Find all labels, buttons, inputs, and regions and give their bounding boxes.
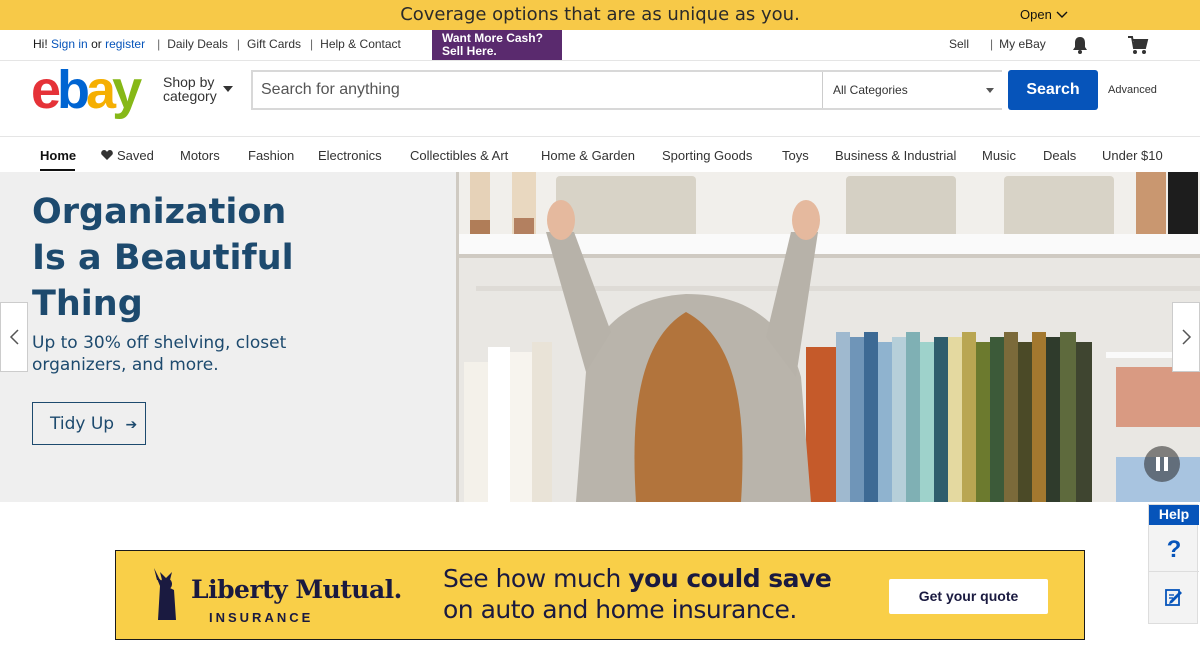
category-select[interactable]: All Categories [822,72,1002,108]
nav-item-saved[interactable]: Saved [101,148,154,163]
sell-here-ad[interactable]: Want More Cash? Sell Here. [432,30,562,60]
promo-open-label: Open [1020,7,1052,22]
register-link[interactable]: register [105,37,145,51]
logo-letter-e: e [31,60,61,120]
header: ebay Shop by category All Categories Sea… [0,61,1200,137]
nav-item-motors[interactable]: Motors [180,148,220,163]
hero-subtitle: Up to 30% off shelving, closet organizer… [32,333,287,375]
active-tab-underline [40,169,75,171]
hero-carousel: Organization Is a Beautiful Thing Up to … [0,172,1200,502]
nav-item-electronics[interactable]: Electronics [318,148,382,163]
shop-by-category-button[interactable]: Shop by category [163,75,217,103]
help-widget: Help ? [1148,504,1199,624]
nav-item-collectibles-art[interactable]: Collectibles & Art [410,148,508,163]
utility-bar: Hi! Sign in or register | Daily Deals | … [0,30,1200,61]
divider: | [310,37,314,51]
liberty-mutual-ad[interactable]: Liberty Mutual. INSURANCE See how much y… [115,550,1085,640]
carousel-pause-button[interactable] [1144,446,1180,482]
carousel-next-button[interactable] [1172,302,1200,372]
tidy-up-label: Tidy Up [50,414,115,434]
ebay-logo[interactable]: ebay [31,60,142,120]
liberty-mutual-brand: Liberty Mutual. [191,575,402,604]
advanced-search-link[interactable]: Advanced [1108,84,1157,96]
ad-copy-line1a: See how much [443,564,629,593]
nav-item-home[interactable]: Home [40,148,76,163]
search-input[interactable] [253,72,822,108]
nav-item-sporting-goods[interactable]: Sporting Goods [662,148,752,163]
hero-title: Organization Is a Beautiful Thing [32,192,294,324]
ad-copy: See how much you could save on auto and … [443,563,832,625]
ad-copy-line1b: you could save [628,564,832,593]
nav-item-business-industrial[interactable]: Business & Industrial [835,148,956,163]
daily-deals-link[interactable]: Daily Deals [167,37,228,51]
shop-by-line2: category [163,88,217,104]
chevron-down-icon [986,88,994,93]
help-contact-link[interactable]: Help & Contact [320,37,401,51]
help-question-button[interactable]: ? [1149,528,1199,572]
pause-icon [1156,457,1168,471]
nav-item-music[interactable]: Music [982,148,1016,163]
chevron-down-icon[interactable] [223,86,233,92]
promo-banner[interactable]: Coverage options that are as unique as y… [0,0,1200,30]
my-ebay-label: My eBay [999,37,1046,51]
nav-item-fashion[interactable]: Fashion [248,148,294,163]
sell-link[interactable]: Sell [949,37,969,51]
sign-in-link[interactable]: Sign in [51,37,88,51]
divider: | [157,37,161,51]
bell-icon[interactable] [1071,35,1089,55]
gift-cards-link[interactable]: Gift Cards [247,37,301,51]
nav-item-toys[interactable]: Toys [782,148,809,163]
or-text: or [91,37,102,51]
liberty-mutual-insurance: INSURANCE [209,610,314,625]
tidy-up-button[interactable]: Tidy Up ➔ [32,402,146,445]
carousel-prev-button[interactable] [0,302,28,372]
nav-item-home-garden[interactable]: Home & Garden [541,148,635,163]
divider: | [990,37,994,51]
logo-letter-y: y [112,60,142,120]
ad-copy-line2: on auto and home insurance. [443,595,797,624]
greeting: Hi! [33,37,48,51]
category-select-value: All Categories [833,83,908,97]
category-nav: Home Saved Motors Fashion Electronics Co… [0,138,1200,172]
help-widget-title[interactable]: Help [1149,505,1199,525]
divider: | [236,37,241,51]
logo-letter-b: b [57,60,90,120]
heart-icon [101,150,113,160]
nav-item-saved-label: Saved [117,148,154,163]
get-quote-button[interactable]: Get your quote [889,579,1048,614]
my-ebay-link[interactable]: | My eBay [990,37,1046,51]
feedback-icon[interactable] [1164,587,1184,607]
logo-letter-a: a [86,60,116,120]
arrow-right-icon: ➔ [125,417,138,433]
search-button[interactable]: Search [1008,70,1098,110]
search-box: All Categories [251,70,1002,110]
chevron-left-icon [9,329,19,345]
promo-open-toggle[interactable]: Open [1020,7,1068,22]
hero-text-panel: Organization Is a Beautiful Thing Up to … [0,172,456,502]
statue-of-liberty-icon [154,568,176,620]
closet-photo[interactable] [456,172,1200,502]
shop-by-line1: Shop by [163,74,215,90]
sell-ad-line2: Sell Here. [442,44,497,58]
cart-icon[interactable] [1127,35,1149,55]
nav-item-under-10[interactable]: Under $10 [1102,148,1163,163]
chevron-down-icon [1056,11,1068,18]
nav-item-deals[interactable]: Deals [1043,148,1076,163]
chevron-right-icon [1182,329,1192,345]
